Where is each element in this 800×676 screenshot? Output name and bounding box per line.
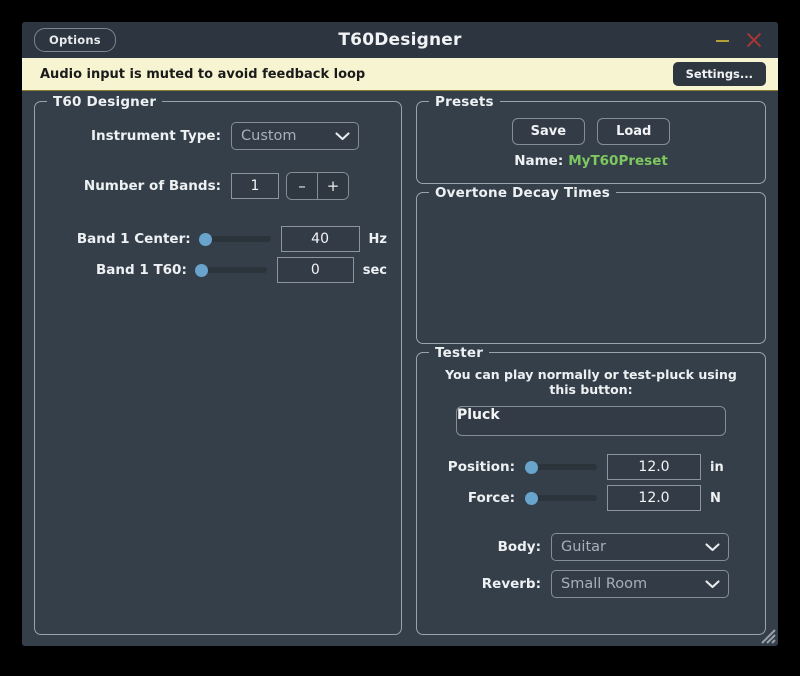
band-1-t60-row: Band 1 T60: 0 sec	[49, 257, 387, 283]
band-1-center-slider[interactable]	[198, 229, 271, 249]
force-label: Force:	[467, 490, 515, 506]
tester-group: Tester You can play normally or test-plu…	[416, 345, 766, 635]
band-1-center-field[interactable]: 40	[280, 226, 360, 252]
band-1-t60-unit: sec	[362, 262, 387, 278]
band-1-center-unit: Hz	[368, 231, 387, 247]
preset-name-label: Name:	[514, 153, 564, 169]
body-select[interactable]: Guitar	[551, 533, 729, 561]
body-label: Body:	[497, 539, 541, 555]
chevron-down-icon	[705, 542, 720, 552]
window-controls	[715, 32, 778, 48]
t60-designer-body: Instrument Type: Custom Number of Bands:…	[35, 102, 401, 295]
slider-thumb[interactable]	[198, 233, 212, 246]
overtone-decay-times-legend: Overtone Decay Times	[429, 185, 616, 201]
presets-buttons: Save Load	[431, 118, 751, 145]
preset-name-row: Name: MyT60Preset	[431, 153, 751, 169]
presets-group: Presets Save Load Name: MyT60Preset	[416, 94, 766, 184]
slider-thumb[interactable]	[525, 492, 538, 505]
number-of-bands-stepper: – +	[286, 172, 349, 200]
slider-thumb[interactable]	[525, 461, 538, 474]
instrument-type-label: Instrument Type:	[90, 128, 221, 144]
main-content: T60 Designer Instrument Type: Custom Num…	[22, 91, 778, 646]
settings-button-label: Settings...	[685, 67, 753, 81]
options-button-label: Options	[49, 33, 101, 47]
decrement-bands-button[interactable]: –	[287, 173, 317, 199]
tester-hint: You can play normally or test-pluck usin…	[445, 367, 737, 397]
close-icon[interactable]	[746, 32, 762, 48]
reverb-select[interactable]: Small Room	[551, 570, 729, 598]
pluck-button[interactable]: Pluck	[456, 406, 726, 436]
band-1-t60-slider[interactable]	[194, 260, 267, 280]
body-row: Body: Guitar	[431, 533, 751, 561]
right-column: Presets Save Load Name: MyT60Preset Over…	[416, 94, 766, 635]
chevron-down-icon	[705, 579, 720, 589]
banner-message: Audio input is muted to avoid feedback l…	[40, 66, 366, 82]
title-bar: Options T60Designer	[22, 22, 778, 58]
presets-legend: Presets	[429, 94, 500, 110]
tester-legend: Tester	[429, 345, 490, 361]
options-button[interactable]: Options	[34, 28, 116, 52]
reverb-value: Small Room	[561, 576, 648, 592]
number-of-bands-field[interactable]: 1	[231, 173, 279, 199]
t60-designer-legend: T60 Designer	[47, 94, 163, 110]
presets-body: Save Load Name: MyT60Preset	[417, 102, 765, 183]
left-column: T60 Designer Instrument Type: Custom Num…	[34, 94, 402, 635]
position-row: Position: 12.0 in	[431, 454, 751, 480]
band-1-t60-label: Band 1 T60:	[95, 262, 187, 278]
minimize-icon[interactable]	[715, 33, 730, 48]
overtone-decay-times-group: Overtone Decay Times	[416, 185, 766, 344]
increment-bands-button[interactable]: +	[317, 173, 348, 199]
instrument-type-select[interactable]: Custom	[231, 122, 359, 150]
save-preset-button[interactable]: Save	[511, 118, 586, 145]
reverb-row: Reverb: Small Room	[431, 570, 751, 598]
band-1-t60-field[interactable]: 0	[276, 257, 354, 283]
force-field[interactable]: 12.0	[607, 485, 701, 511]
body-value: Guitar	[561, 539, 606, 555]
force-row: Force: 12.0 N	[431, 485, 751, 511]
band-1-center-row: Band 1 Center: 40 Hz	[49, 226, 387, 252]
position-field[interactable]: 12.0	[607, 454, 701, 480]
resize-grip[interactable]	[758, 626, 776, 644]
instrument-type-value: Custom	[241, 128, 297, 144]
position-label: Position:	[447, 459, 515, 475]
position-slider[interactable]	[525, 457, 597, 477]
reverb-label: Reverb:	[481, 576, 541, 592]
tester-body: You can play normally or test-pluck usin…	[417, 353, 765, 610]
chevron-down-icon	[335, 131, 350, 141]
force-unit: N	[710, 490, 721, 506]
window-title: T60Designer	[338, 30, 462, 50]
number-of-bands-label: Number of Bands:	[83, 178, 221, 194]
load-preset-button[interactable]: Load	[597, 118, 671, 145]
force-slider[interactable]	[525, 488, 597, 508]
mute-warning-banner: Audio input is muted to avoid feedback l…	[22, 58, 778, 91]
band-1-center-label: Band 1 Center:	[76, 231, 191, 247]
number-of-bands-row: Number of Bands: 1 – +	[49, 172, 387, 200]
t60-designer-group: T60 Designer Instrument Type: Custom Num…	[34, 94, 402, 635]
settings-button[interactable]: Settings...	[672, 62, 766, 86]
slider-thumb[interactable]	[194, 264, 208, 277]
preset-name-value: MyT60Preset	[568, 153, 668, 169]
instrument-type-row: Instrument Type: Custom	[49, 122, 387, 150]
application-window: Options T60Designer Audio input is muted…	[22, 22, 778, 646]
position-unit: in	[710, 459, 724, 475]
